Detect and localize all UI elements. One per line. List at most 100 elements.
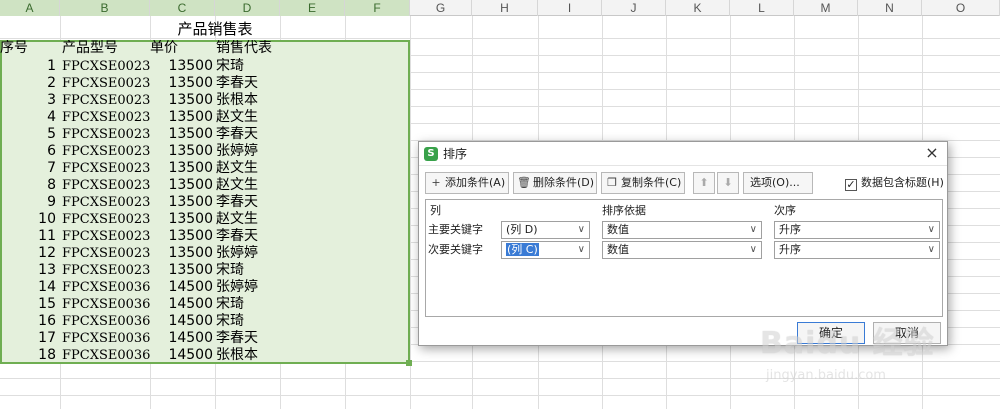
rep-cell[interactable]: 李春天 (216, 75, 280, 92)
rep-cell[interactable]: 张婷婷 (216, 279, 280, 296)
rep-cell[interactable]: 宋琦 (216, 58, 280, 75)
delete-condition-button[interactable]: 🗑 删除条件(D) (513, 172, 597, 194)
column-header-f[interactable]: F (345, 0, 410, 16)
table-header-cell[interactable]: 序号 (0, 40, 56, 57)
price-cell[interactable]: 13500 (150, 194, 213, 211)
serial-cell[interactable]: 12 (0, 245, 56, 262)
primary-order-select[interactable]: 升序 ∨ (774, 221, 940, 239)
column-header-g[interactable]: G (410, 0, 472, 16)
serial-cell[interactable]: 13 (0, 262, 56, 279)
serial-cell[interactable]: 11 (0, 228, 56, 245)
model-cell[interactable]: FPCXSE0023 (62, 92, 150, 109)
serial-cell[interactable]: 3 (0, 92, 56, 109)
serial-cell[interactable]: 8 (0, 177, 56, 194)
model-cell[interactable]: FPCXSE0023 (62, 143, 150, 160)
rep-cell[interactable]: 赵文生 (216, 211, 280, 228)
model-cell[interactable]: FPCXSE0023 (62, 58, 150, 75)
column-header-b[interactable]: B (60, 0, 150, 16)
serial-cell[interactable]: 16 (0, 313, 56, 330)
price-cell[interactable]: 13500 (150, 92, 213, 109)
checkbox-checked-icon[interactable]: ✓ (845, 179, 857, 191)
rep-cell[interactable]: 李春天 (216, 228, 280, 245)
price-cell[interactable]: 14500 (150, 279, 213, 296)
secondary-order-select[interactable]: 升序 ∨ (774, 241, 940, 259)
column-header-i[interactable]: I (538, 0, 602, 16)
rep-cell[interactable]: 李春天 (216, 194, 280, 211)
model-cell[interactable]: FPCXSE0036 (62, 279, 150, 296)
price-cell[interactable]: 13500 (150, 262, 213, 279)
column-header-e[interactable]: E (280, 0, 345, 16)
primary-key-select[interactable]: (列 D) ∨ (501, 221, 590, 239)
price-cell[interactable]: 14500 (150, 313, 213, 330)
serial-cell[interactable]: 6 (0, 143, 56, 160)
rep-cell[interactable]: 宋琦 (216, 313, 280, 330)
price-cell[interactable]: 13500 (150, 177, 213, 194)
move-down-button[interactable]: ⬇ (717, 172, 739, 194)
move-up-button[interactable]: ⬆ (693, 172, 715, 194)
model-cell[interactable]: FPCXSE0023 (62, 228, 150, 245)
rep-cell[interactable]: 张婷婷 (216, 143, 280, 160)
column-header-o[interactable]: O (922, 0, 1000, 16)
serial-cell[interactable]: 14 (0, 279, 56, 296)
price-cell[interactable]: 14500 (150, 330, 213, 347)
price-cell[interactable]: 13500 (150, 160, 213, 177)
sheet-title[interactable]: 产品销售表 (150, 19, 280, 39)
model-cell[interactable]: FPCXSE0023 (62, 245, 150, 262)
model-cell[interactable]: FPCXSE0023 (62, 109, 150, 126)
serial-cell[interactable]: 17 (0, 330, 56, 347)
price-cell[interactable]: 13500 (150, 58, 213, 75)
serial-cell[interactable]: 18 (0, 347, 56, 364)
add-condition-button[interactable]: + 添加条件(A) (425, 172, 509, 194)
secondary-basis-select[interactable]: 数值 ∨ (602, 241, 762, 259)
table-header-cell[interactable]: 单价 (150, 40, 213, 57)
serial-cell[interactable]: 9 (0, 194, 56, 211)
price-cell[interactable]: 14500 (150, 347, 213, 364)
model-cell[interactable]: FPCXSE0036 (62, 313, 150, 330)
serial-cell[interactable]: 10 (0, 211, 56, 228)
model-cell[interactable]: FPCXSE0023 (62, 160, 150, 177)
model-cell[interactable]: FPCXSE0036 (62, 347, 150, 364)
serial-cell[interactable]: 1 (0, 58, 56, 75)
secondary-key-select[interactable]: (列 C) ∨ (501, 241, 590, 259)
model-cell[interactable]: FPCXSE0023 (62, 262, 150, 279)
serial-cell[interactable]: 2 (0, 75, 56, 92)
column-header-k[interactable]: K (666, 0, 730, 16)
table-header-cell[interactable]: 销售代表 (216, 40, 280, 57)
serial-cell[interactable]: 4 (0, 109, 56, 126)
price-cell[interactable]: 14500 (150, 296, 213, 313)
model-cell[interactable]: FPCXSE0023 (62, 75, 150, 92)
close-button[interactable]: × (923, 144, 941, 162)
column-header-j[interactable]: J (602, 0, 666, 16)
rep-cell[interactable]: 宋琦 (216, 262, 280, 279)
column-header-d[interactable]: D (215, 0, 280, 16)
price-cell[interactable]: 13500 (150, 143, 213, 160)
fill-handle[interactable] (406, 360, 412, 366)
model-cell[interactable]: FPCXSE0023 (62, 177, 150, 194)
has-header-checkbox[interactable]: ✓ 数据包含标题(H) (845, 175, 944, 191)
rep-cell[interactable]: 李春天 (216, 330, 280, 347)
rep-cell[interactable]: 张根本 (216, 92, 280, 109)
column-header-c[interactable]: C (150, 0, 215, 16)
copy-condition-button[interactable]: ❐ 复制条件(C) (601, 172, 685, 194)
rep-cell[interactable]: 赵文生 (216, 109, 280, 126)
rep-cell[interactable]: 赵文生 (216, 177, 280, 194)
rep-cell[interactable]: 宋琦 (216, 296, 280, 313)
rep-cell[interactable]: 张根本 (216, 347, 280, 364)
rep-cell[interactable]: 张婷婷 (216, 245, 280, 262)
model-cell[interactable]: FPCXSE0036 (62, 330, 150, 347)
rep-cell[interactable]: 赵文生 (216, 160, 280, 177)
dialog-titlebar[interactable]: S 排序 × (419, 142, 947, 166)
price-cell[interactable]: 13500 (150, 109, 213, 126)
options-button[interactable]: 选项(O)... (743, 172, 813, 194)
column-header-a[interactable]: A (0, 0, 60, 16)
model-cell[interactable]: FPCXSE0036 (62, 296, 150, 313)
serial-cell[interactable]: 15 (0, 296, 56, 313)
price-cell[interactable]: 13500 (150, 211, 213, 228)
column-header-m[interactable]: M (794, 0, 858, 16)
price-cell[interactable]: 13500 (150, 75, 213, 92)
serial-cell[interactable]: 7 (0, 160, 56, 177)
column-header-n[interactable]: N (858, 0, 922, 16)
column-header-l[interactable]: L (730, 0, 794, 16)
model-cell[interactable]: FPCXSE0023 (62, 126, 150, 143)
table-header-cell[interactable]: 产品型号 (62, 40, 150, 57)
